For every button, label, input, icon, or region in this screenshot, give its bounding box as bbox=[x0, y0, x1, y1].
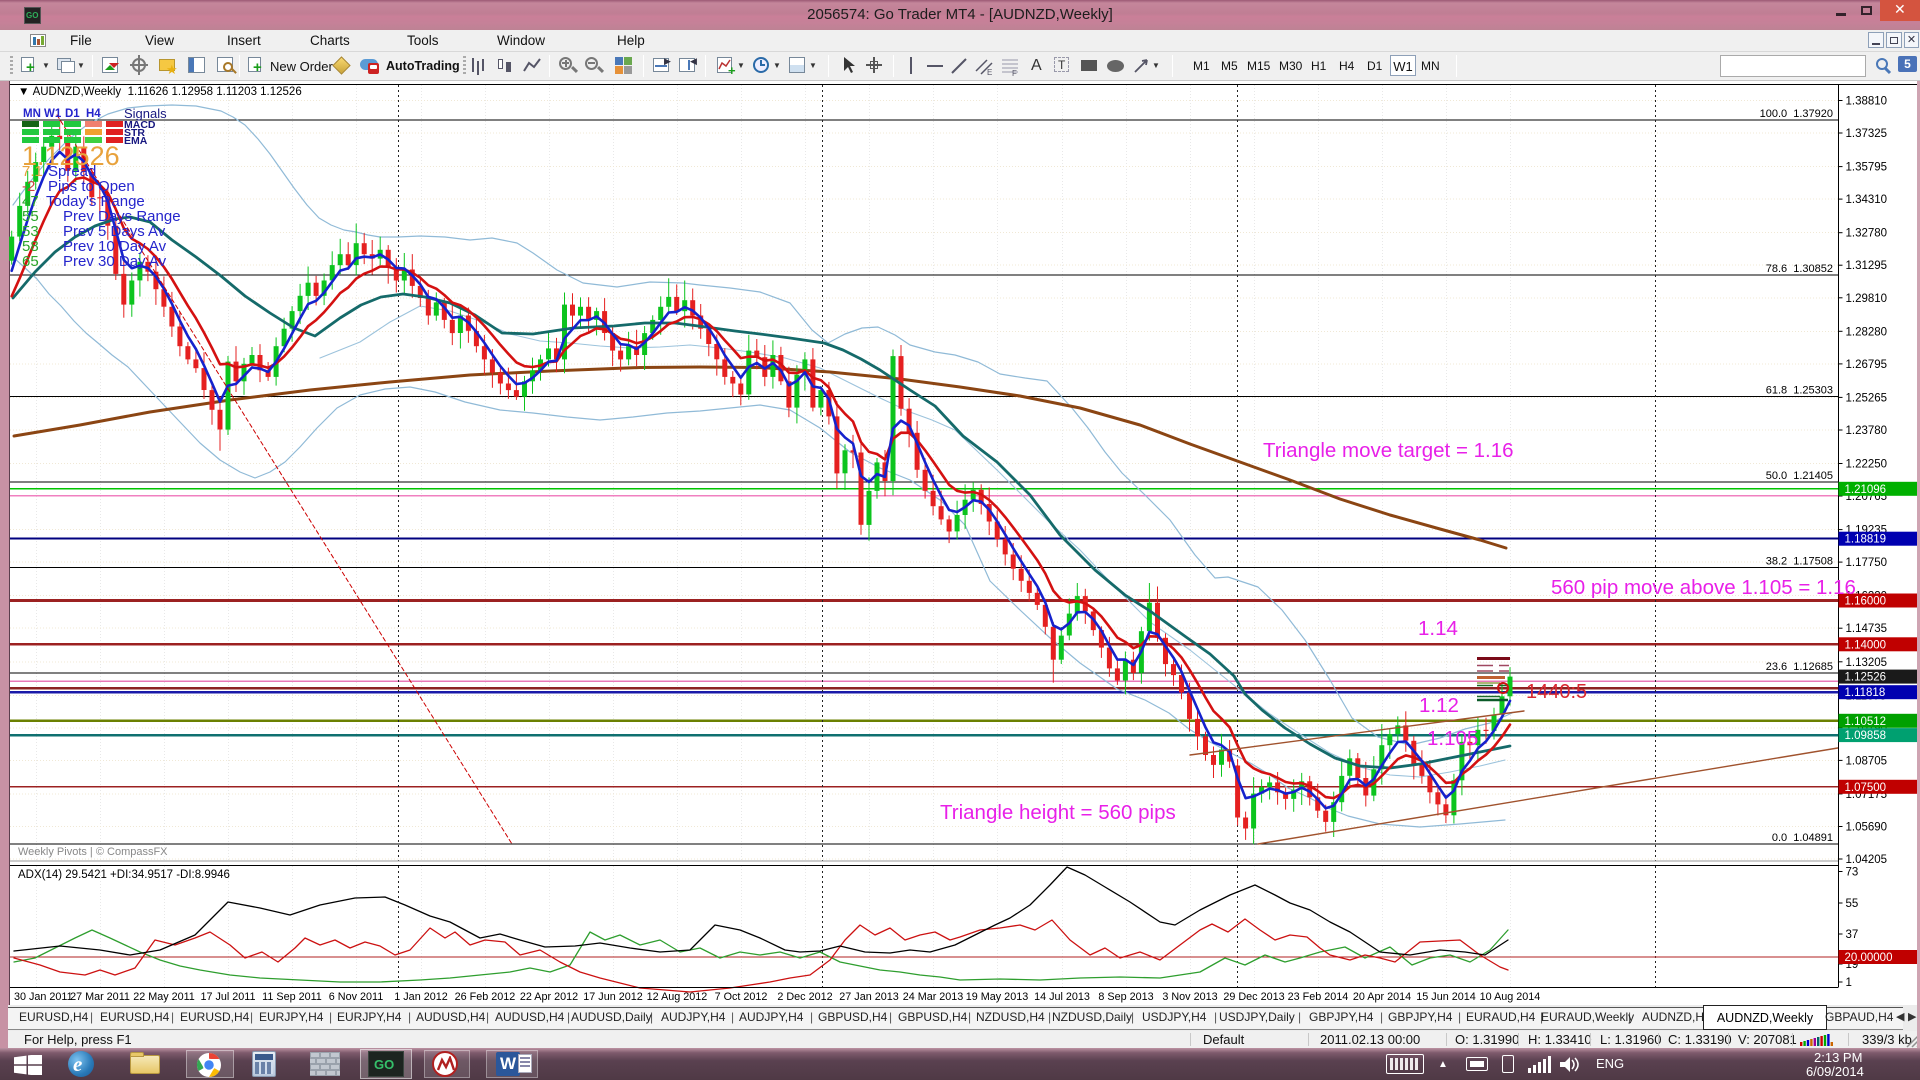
svg-text:Prev 30 Day Av: Prev 30 Day Av bbox=[63, 253, 167, 270]
svg-text:100.0 1.37920: 100.0 1.37920 bbox=[1760, 108, 1833, 120]
svg-text:1.05690: 1.05690 bbox=[1846, 822, 1888, 834]
svg-text:1.21096: 1.21096 bbox=[1845, 484, 1887, 496]
svg-text:1.11818: 1.11818 bbox=[1845, 687, 1886, 699]
svg-text:1.13205: 1.13205 bbox=[1846, 657, 1888, 669]
svg-text:50.0 1.21405: 50.0 1.21405 bbox=[1766, 470, 1833, 482]
svg-text:22 Apr 2012: 22 Apr 2012 bbox=[520, 991, 578, 1003]
svg-text:Triangle move target = 1.16: Triangle move target = 1.16 bbox=[1263, 439, 1514, 462]
svg-text:▼ AUDNZD,Weekly 1.11626 1.129: ▼ AUDNZD,Weekly 1.11626 1.12958 1.11203 … bbox=[18, 86, 302, 98]
svg-text:22 May 2011: 22 May 2011 bbox=[133, 991, 195, 1003]
svg-text:1440:5: 1440:5 bbox=[1526, 681, 1587, 703]
svg-text:W1: W1 bbox=[44, 108, 62, 120]
svg-text:15 Jun 2014: 15 Jun 2014 bbox=[1416, 991, 1475, 1003]
svg-text:6 Nov 2011: 6 Nov 2011 bbox=[329, 991, 383, 1003]
svg-text:1.32780: 1.32780 bbox=[1846, 228, 1888, 240]
svg-text:Weekly Pivots | © CompassFX: Weekly Pivots | © CompassFX bbox=[18, 846, 168, 858]
svg-text:23 Feb 2014: 23 Feb 2014 bbox=[1288, 991, 1349, 1003]
svg-text:Triangle height = 560 pips: Triangle height = 560 pips bbox=[940, 801, 1176, 824]
svg-text:11 Sep 2011: 11 Sep 2011 bbox=[262, 991, 322, 1003]
svg-text:26 Feb 2012: 26 Feb 2012 bbox=[455, 991, 516, 1003]
svg-text:F: F bbox=[1012, 69, 1017, 77]
svg-text:3 Nov 2013: 3 Nov 2013 bbox=[1162, 991, 1217, 1003]
svg-text:1.07500: 1.07500 bbox=[1845, 782, 1887, 794]
svg-text:ADX(14) 29.5421 +DI:34.9517 -D: ADX(14) 29.5421 +DI:34.9517 -DI:8.9946 bbox=[18, 869, 230, 881]
svg-text:1.12: 1.12 bbox=[1419, 694, 1459, 717]
svg-text:61.8 1.25303: 61.8 1.25303 bbox=[1766, 385, 1833, 397]
svg-text:1.09858: 1.09858 bbox=[1845, 730, 1887, 742]
svg-text:30 Jan 2011: 30 Jan 2011 bbox=[14, 991, 73, 1003]
svg-text:23.6 1.12685: 23.6 1.12685 bbox=[1766, 661, 1833, 673]
svg-text:17 Jul 2011: 17 Jul 2011 bbox=[200, 991, 255, 1003]
svg-text:1.25265: 1.25265 bbox=[1846, 392, 1888, 404]
svg-text:37: 37 bbox=[1846, 929, 1859, 941]
svg-text:17 Jun 2012: 17 Jun 2012 bbox=[583, 991, 642, 1003]
svg-text:19 May 2013: 19 May 2013 bbox=[966, 991, 1028, 1003]
svg-text:560 pip move above 1.105 = 1.1: 560 pip move above 1.105 = 1.16 bbox=[1551, 576, 1856, 599]
svg-text:1 Jan 2012: 1 Jan 2012 bbox=[394, 991, 447, 1003]
svg-text:2 Dec 2012: 2 Dec 2012 bbox=[777, 991, 832, 1003]
svg-text:55: 55 bbox=[1846, 898, 1859, 910]
svg-text:1.04205: 1.04205 bbox=[1846, 854, 1888, 866]
svg-text:1.38810: 1.38810 bbox=[1846, 96, 1888, 108]
svg-text:1: 1 bbox=[1846, 977, 1852, 989]
svg-text:7 Oct 2012: 7 Oct 2012 bbox=[715, 991, 768, 1003]
svg-text:E: E bbox=[987, 68, 992, 77]
svg-text:20 Apr 2014: 20 Apr 2014 bbox=[1353, 991, 1411, 1003]
svg-text:1.26795: 1.26795 bbox=[1846, 359, 1888, 371]
svg-text:29 Dec 2013: 29 Dec 2013 bbox=[1223, 991, 1284, 1003]
svg-text:1.29810: 1.29810 bbox=[1846, 293, 1888, 305]
svg-text:0.0 1.04891: 0.0 1.04891 bbox=[1772, 832, 1833, 844]
svg-text:14 Jul 2013: 14 Jul 2013 bbox=[1034, 991, 1090, 1003]
svg-text:8 Sep 2013: 8 Sep 2013 bbox=[1098, 991, 1153, 1003]
svg-text:1.14: 1.14 bbox=[1418, 617, 1458, 640]
svg-text:10 Aug 2014: 10 Aug 2014 bbox=[1480, 991, 1541, 1003]
svg-text:1.12526: 1.12526 bbox=[1845, 672, 1887, 684]
svg-text:24 Mar 2013: 24 Mar 2013 bbox=[903, 991, 964, 1003]
svg-text:78.6 1.30852: 78.6 1.30852 bbox=[1766, 263, 1833, 275]
svg-text:27 Jan 2013: 27 Jan 2013 bbox=[839, 991, 898, 1003]
svg-text:1.23780: 1.23780 bbox=[1846, 425, 1888, 437]
svg-text:1.17750: 1.17750 bbox=[1846, 557, 1888, 569]
svg-text:EMA: EMA bbox=[124, 135, 148, 147]
svg-text:1.18819: 1.18819 bbox=[1845, 534, 1887, 546]
svg-text:1.22250: 1.22250 bbox=[1846, 459, 1888, 471]
svg-text:65: 65 bbox=[22, 253, 39, 270]
svg-text:27 Mar 2011: 27 Mar 2011 bbox=[70, 991, 130, 1003]
svg-text:38.2 1.17508: 38.2 1.17508 bbox=[1766, 555, 1833, 567]
svg-text:D1: D1 bbox=[65, 108, 80, 120]
svg-text:20.00000: 20.00000 bbox=[1845, 952, 1893, 964]
svg-text:12 Aug 2012: 12 Aug 2012 bbox=[647, 991, 708, 1003]
svg-text:H4: H4 bbox=[86, 108, 101, 120]
svg-text:1.31295: 1.31295 bbox=[1846, 260, 1888, 272]
svg-text:MN: MN bbox=[23, 108, 41, 120]
svg-text:1.08705: 1.08705 bbox=[1846, 755, 1888, 767]
svg-text:1.34310: 1.34310 bbox=[1846, 194, 1888, 206]
svg-text:1.28280: 1.28280 bbox=[1846, 326, 1888, 338]
svg-text:1.10512: 1.10512 bbox=[1845, 716, 1887, 728]
svg-text:1.14000: 1.14000 bbox=[1845, 639, 1887, 651]
svg-text:1.105: 1.105 bbox=[1427, 727, 1478, 750]
svg-text:1.37325: 1.37325 bbox=[1846, 128, 1888, 140]
svg-text:1.35795: 1.35795 bbox=[1846, 162, 1888, 174]
svg-text:1.14735: 1.14735 bbox=[1846, 623, 1888, 635]
svg-text:73: 73 bbox=[1846, 867, 1859, 879]
